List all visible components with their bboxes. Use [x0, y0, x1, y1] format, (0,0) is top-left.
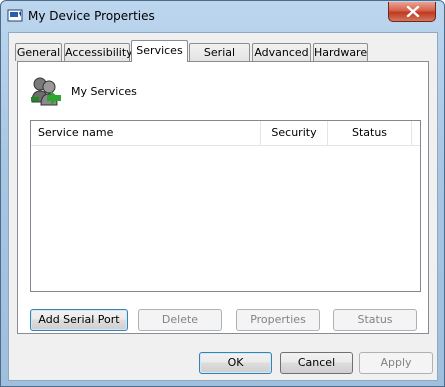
services-list[interactable]: Service name Security Status: [30, 120, 421, 292]
dialog-window: My Device Properties General Accessibili…: [0, 0, 445, 387]
column-security[interactable]: Security: [261, 121, 328, 145]
close-button[interactable]: [388, 2, 436, 22]
close-icon: [406, 6, 420, 17]
services-heading: My Services: [71, 85, 137, 98]
delete-button[interactable]: Delete: [138, 309, 222, 331]
list-header: Service name Security Status: [31, 121, 420, 146]
add-serial-port-button[interactable]: Add Serial Port: [30, 309, 128, 331]
column-service-name[interactable]: Service name: [31, 121, 261, 145]
window-title: My Device Properties: [28, 9, 155, 23]
properties-button[interactable]: Properties: [236, 309, 320, 331]
services-users-icon: [29, 75, 63, 107]
tab-hardware[interactable]: Hardware: [313, 43, 368, 61]
title-bar[interactable]: My Device Properties: [1, 1, 444, 31]
tab-general[interactable]: General: [15, 43, 62, 61]
column-status[interactable]: Status: [328, 121, 412, 145]
tab-accessibility[interactable]: Accessibility: [64, 43, 133, 61]
bluetooth-device-icon: [7, 9, 23, 23]
ok-button[interactable]: OK: [199, 352, 272, 374]
tab-advanced[interactable]: Advanced: [252, 43, 311, 61]
dialog-client-area: General Accessibility Services Serial Po…: [8, 32, 438, 381]
cancel-button[interactable]: Cancel: [280, 352, 353, 374]
tab-serial-ports[interactable]: Serial Ports: [189, 43, 250, 76]
status-button[interactable]: Status: [333, 309, 417, 331]
services-tab-panel: My Services Service name Security Status…: [17, 61, 429, 334]
apply-button[interactable]: Apply: [359, 352, 433, 374]
tab-services[interactable]: Services: [131, 40, 188, 62]
